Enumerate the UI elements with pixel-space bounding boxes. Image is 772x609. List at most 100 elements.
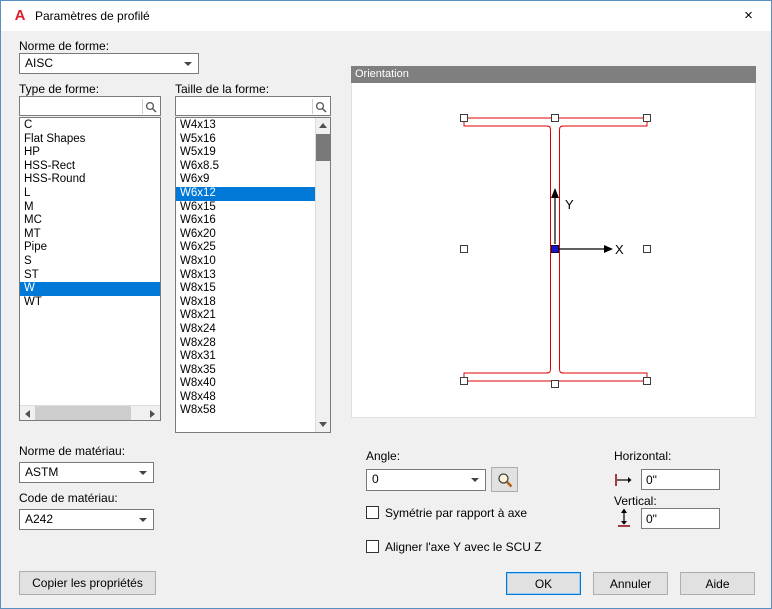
list-item[interactable]: M [20,201,160,215]
horizontal-offset-icon [615,474,632,486]
autocad-logo-icon: A [14,7,26,24]
vertical-scrollbar[interactable] [315,118,330,432]
list-item[interactable]: W8x10 [176,255,315,269]
scroll-up-icon[interactable] [319,123,327,128]
mirror-option-row: Symétrie par rapport à axe [366,505,528,520]
beam-cross-section: Y X [460,114,651,388]
list-item[interactable]: W6x8.5 [176,160,315,174]
list-item[interactable]: W6x25 [176,241,315,255]
mirror-checkbox-label: Symétrie par rapport à axe [385,505,528,520]
list-item[interactable]: MC [20,214,160,228]
list-item[interactable]: W8x18 [176,296,315,310]
material-code-value: A242 [25,512,54,526]
chevron-down-icon [139,471,147,475]
list-item[interactable]: W4x13 [176,119,315,133]
axis-x-label: X [615,242,624,257]
list-item[interactable]: W8x21 [176,309,315,323]
scrollbar-thumb[interactable] [35,406,131,420]
align-checkbox[interactable] [366,540,379,554]
search-icon[interactable] [142,99,158,114]
list-item[interactable]: W8x28 [176,337,315,351]
profile-parameters-dialog: A Paramètres de profilé × Norme de forme… [0,0,772,609]
list-item[interactable]: S [20,255,160,269]
list-item[interactable]: W6x16 [176,214,315,228]
horizontal-scrollbar[interactable] [20,405,160,420]
title-bar: A Paramètres de profilé × [1,1,771,31]
list-item[interactable]: W6x15 [176,201,315,215]
shape-type-list: C Flat Shapes HP HSS-Rect HSS-Round L M MC MT Pip… [20,119,160,405]
pick-angle-button[interactable] [491,467,518,492]
shape-type-listbox: C Flat Shapes HP HSS-Rect HSS-Round L M MC MT Pip… [19,117,161,421]
list-item[interactable]: W8x40 [176,377,315,391]
list-item[interactable]: W8x24 [176,323,315,337]
mirror-checkbox[interactable] [366,506,379,520]
dialog-title: Paramètres de profilé [35,9,150,23]
material-standard-label: Norme de matériau: [19,444,126,458]
close-button[interactable]: × [726,1,771,30]
list-item[interactable]: W6x9 [176,173,315,187]
list-item[interactable]: W6x12 [176,186,315,201]
list-item[interactable]: Flat Shapes [20,133,160,147]
list-item[interactable]: HP [20,146,160,160]
list-item[interactable]: W8x35 [176,364,315,378]
list-item[interactable]: W8x48 [176,391,315,405]
axis-y-label: Y [565,197,574,212]
align-checkbox-label: Aligner l'axe Y avec le SCU Z [385,539,542,554]
cancel-button[interactable]: Annuler [593,572,668,595]
shape-type-search-input[interactable] [20,97,140,115]
angle-dropdown[interactable]: 0 [366,469,486,491]
list-item[interactable]: ST [20,269,160,283]
shape-size-search-input[interactable] [176,97,310,115]
shape-type-label: Type de forme: [19,82,100,96]
list-item[interactable]: W5x19 [176,146,315,160]
help-button[interactable]: Aide [680,572,755,595]
vertical-offset-input[interactable] [641,508,720,529]
horizontal-offset-input[interactable] [641,469,720,490]
shape-standard-label: Norme de forme: [19,39,110,53]
list-item[interactable]: W8x13 [176,269,315,283]
scroll-down-icon[interactable] [319,422,327,427]
list-item[interactable]: W8x15 [176,282,315,296]
shape-type-search [19,96,161,116]
list-item[interactable]: L [20,187,160,201]
list-item[interactable]: WT [20,296,160,310]
list-item[interactable]: W8x31 [176,350,315,364]
chevron-down-icon [184,62,192,66]
list-item[interactable]: MT [20,228,160,242]
scroll-left-icon[interactable] [25,410,30,418]
list-item[interactable]: C [20,119,160,133]
list-item[interactable]: HSS-Rect [20,160,160,174]
orientation-header: Orientation [351,66,756,83]
ok-button[interactable]: OK [506,572,581,595]
search-icon[interactable] [312,99,328,114]
material-code-dropdown[interactable]: A242 [19,509,154,530]
list-item[interactable]: W [20,282,160,296]
scrollbar-thumb[interactable] [316,134,330,161]
list-item[interactable]: W6x20 [176,228,315,242]
horizontal-label: Horizontal: [614,449,672,463]
align-option-row: Aligner l'axe Y avec le SCU Z [366,539,542,554]
list-item[interactable]: W8x58 [176,404,315,418]
material-standard-dropdown[interactable]: ASTM [19,462,154,483]
shape-size-label: Taille de la forme: [175,82,270,96]
vertical-offset-icon [618,508,630,527]
vertical-label: Vertical: [614,494,657,508]
chevron-down-icon [139,518,147,522]
shape-size-listbox: W4x13 W5x16 W5x19 W6x8.5 W6x9 W6x12 W6x15 W6x16… [175,117,331,433]
ucs-axes [551,188,613,253]
shape-size-search [175,96,331,116]
copy-properties-button[interactable]: Copier les propriétés [19,571,156,595]
list-item[interactable]: Pipe [20,241,160,255]
pick-magnifier-icon [497,472,512,487]
shape-standard-dropdown[interactable]: AISC [19,53,199,74]
orientation-preview: Y X [351,83,756,418]
list-item[interactable]: W5x16 [176,133,315,147]
list-item[interactable]: HSS-Round [20,173,160,187]
shape-size-list: W4x13 W5x16 W5x19 W6x8.5 W6x9 W6x12 W6x15 W6x16… [176,119,315,432]
angle-label: Angle: [366,449,401,463]
scroll-right-icon[interactable] [150,410,155,418]
material-code-label: Code de matériau: [19,491,118,505]
shape-standard-value: AISC [25,56,54,70]
orientation-panel: Orientation Y X [351,66,756,418]
angle-value: 0 [372,472,379,486]
